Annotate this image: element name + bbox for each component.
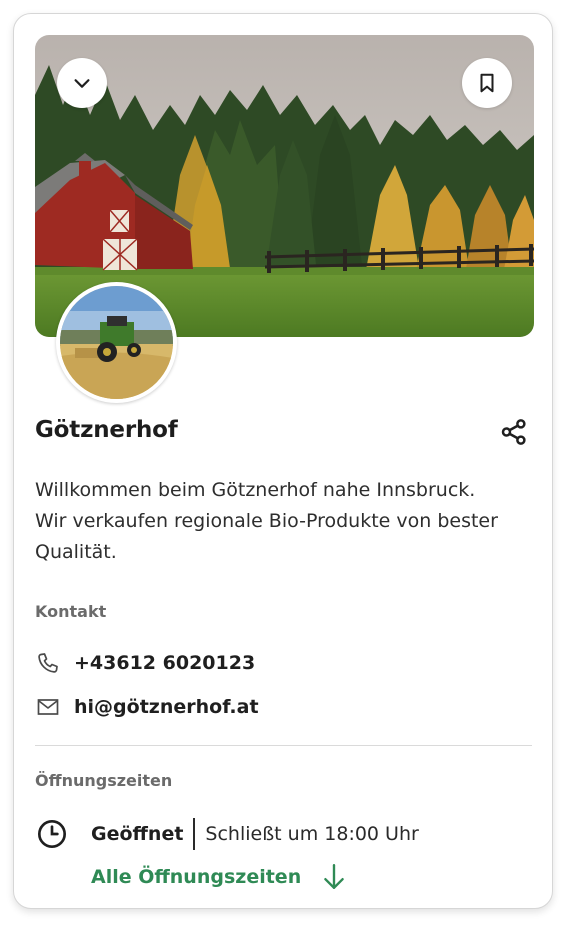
chevron-down-icon [74, 79, 90, 88]
farm-card: Götznerhof Willkommen beim Götznerhof na… [13, 13, 553, 909]
clock-icon [35, 817, 69, 851]
farm-description: Willkommen beim Götznerhof nahe Innsbruc… [35, 479, 498, 563]
all-hours-link[interactable]: Alle Öffnungszeiten [91, 863, 347, 891]
share-icon [501, 419, 526, 445]
hours-section-label: Öffnungszeiten [35, 771, 173, 790]
phone-row[interactable]: +43612 6020123 [35, 650, 255, 676]
all-hours-label: Alle Öffnungszeiten [91, 866, 302, 888]
bookmark-icon [480, 73, 494, 93]
share-button[interactable] [496, 414, 532, 450]
mail-icon [35, 694, 61, 720]
phone-number: +43612 6020123 [74, 652, 256, 674]
farm-title: Götznerhof [35, 417, 178, 443]
email-address: hi@götznerhof.at [74, 696, 259, 718]
closing-time: Schließt um 18:00 Uhr [205, 823, 419, 845]
open-status: Geöffnet [91, 823, 184, 845]
status-separator [193, 818, 196, 850]
arrow-down-icon [321, 863, 347, 891]
opening-status-row: Geöffnet Schließt um 18:00 Uhr [35, 815, 419, 853]
contact-section-label: Kontakt [35, 602, 107, 621]
collapse-button[interactable] [57, 58, 107, 108]
section-divider [35, 745, 532, 746]
email-row[interactable]: hi@götznerhof.at [35, 694, 259, 720]
profile-avatar [56, 282, 177, 403]
phone-icon [35, 650, 61, 676]
bookmark-button[interactable] [462, 58, 512, 108]
